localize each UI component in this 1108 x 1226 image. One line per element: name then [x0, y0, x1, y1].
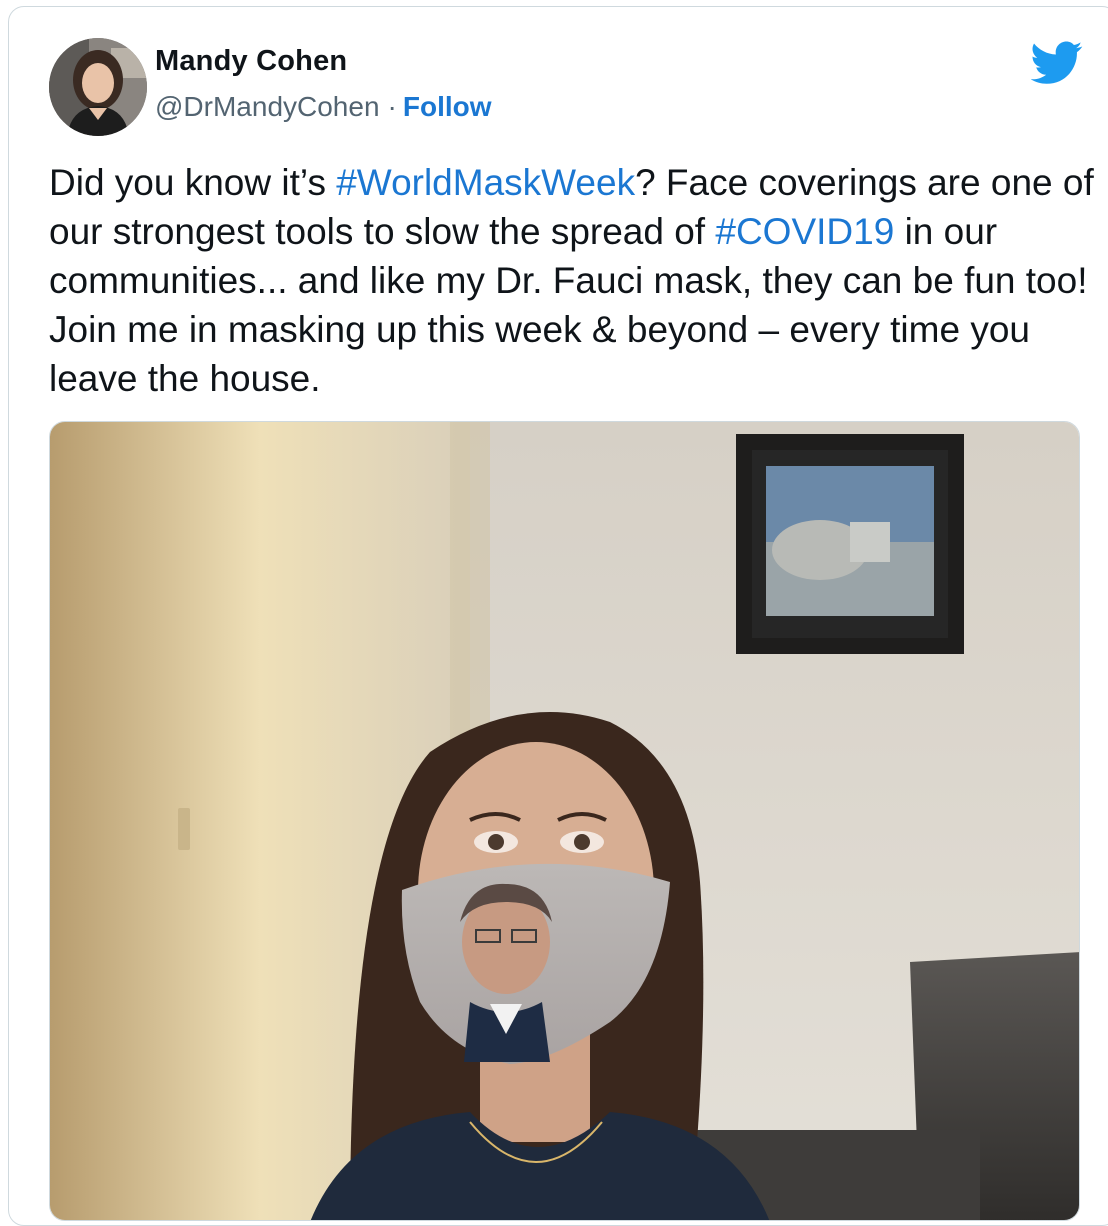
hashtag-covid19[interactable]: #COVID19: [715, 211, 894, 252]
twitter-bird-icon[interactable]: [1030, 41, 1083, 85]
tweet-text: Did you know it’s #WorldMaskWeek? Face c…: [49, 158, 1099, 403]
author-name[interactable]: Mandy Cohen: [155, 45, 347, 78]
author-meta: @DrMandyCohen · Follow: [155, 91, 492, 123]
author-avatar[interactable]: [49, 38, 147, 136]
tweet-text-part: Did you know it’s: [49, 162, 337, 203]
tweet-photo[interactable]: [49, 421, 1080, 1221]
hashtag-worldmaskweek[interactable]: #WorldMaskWeek: [336, 162, 635, 203]
author-handle[interactable]: @DrMandyCohen: [155, 91, 380, 122]
tweet-card[interactable]: Mandy Cohen @DrMandyCohen · Follow Did you…: [8, 6, 1108, 1226]
separator-dot: ·: [387, 91, 397, 122]
follow-button[interactable]: Follow: [403, 91, 492, 122]
